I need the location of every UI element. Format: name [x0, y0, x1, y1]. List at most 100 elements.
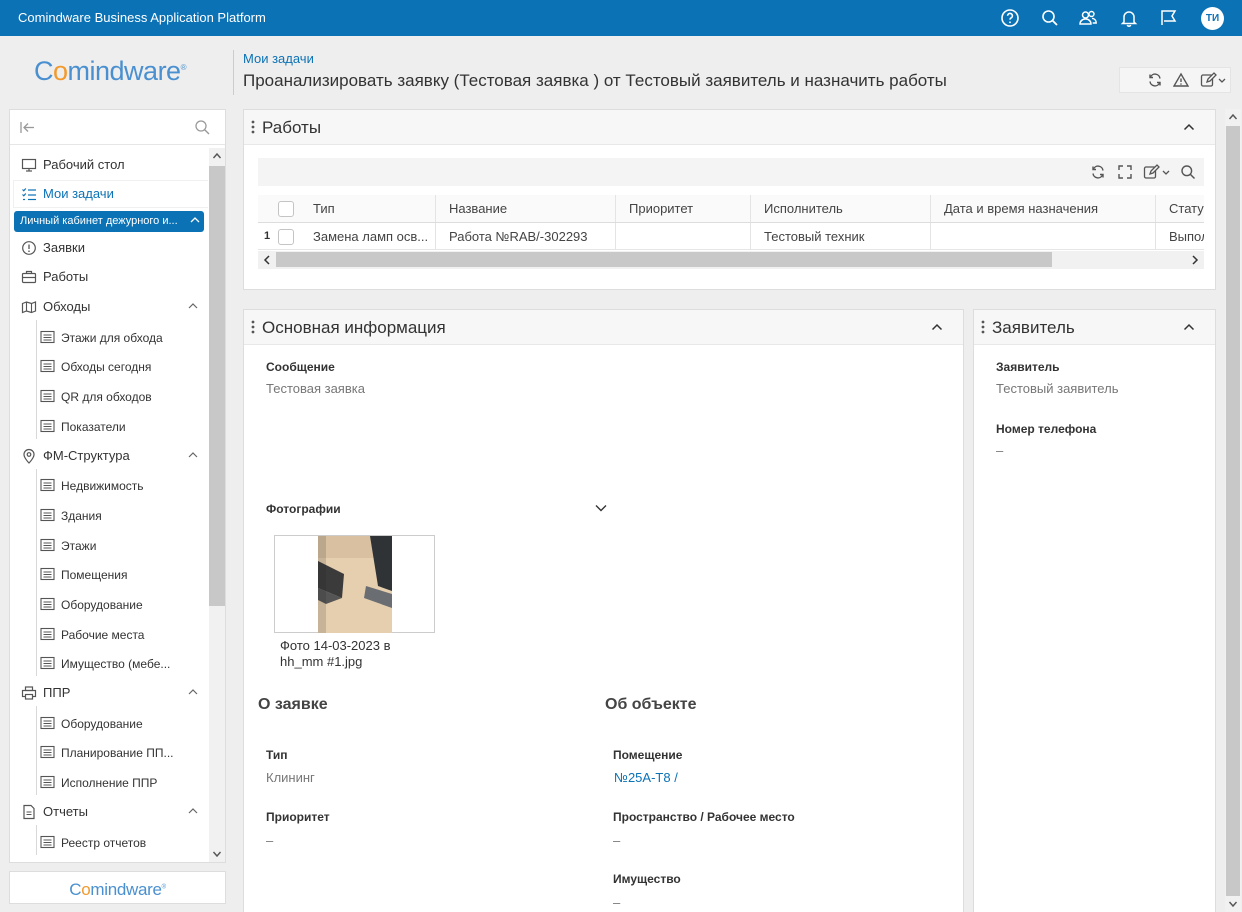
sidebar-item-label: Обходы	[43, 299, 91, 314]
table-row[interactable]: 1 Замена ламп осв... Работа №RAB/-302293…	[258, 223, 1204, 250]
sidebar-item-my-tasks[interactable]: Мои задачи	[14, 181, 208, 207]
select-all-checkbox[interactable]	[278, 201, 294, 217]
chevron-up-icon[interactable]	[186, 448, 200, 462]
drag-handle-icon[interactable]	[251, 120, 255, 134]
header-divider	[233, 50, 234, 95]
help-icon[interactable]	[1000, 8, 1020, 28]
refresh-icon[interactable]	[1090, 164, 1106, 180]
sidebar-item-works[interactable]: Работы	[14, 264, 208, 290]
refresh-icon[interactable]	[1147, 72, 1163, 88]
drag-handle-icon[interactable]	[251, 320, 255, 334]
page-scrollbar[interactable]	[1225, 109, 1241, 912]
sidebar-subitem-workplaces[interactable]: Рабочие места	[32, 621, 208, 647]
scroll-up-icon[interactable]	[212, 151, 222, 161]
chevron-up-icon[interactable]	[930, 320, 944, 334]
briefcase-icon	[21, 269, 37, 285]
works-panel: Работы Тип Название Приоритет Исполнител…	[243, 109, 1216, 290]
chevron-up-icon[interactable]	[1182, 320, 1196, 334]
chevron-up-icon[interactable]	[186, 299, 200, 313]
warning-icon[interactable]	[1173, 72, 1189, 88]
sidebar-item-ppr[interactable]: ППР	[14, 680, 208, 706]
table-cell	[930, 223, 1155, 249]
chevron-down-icon[interactable]	[594, 501, 608, 515]
sidebar-subitem-reports-registry[interactable]: Реестр отчетов	[32, 829, 208, 855]
chevron-up-icon[interactable]	[1182, 120, 1196, 134]
sidebar-search-icon[interactable]	[194, 119, 211, 136]
sidebar-subitem-buildings[interactable]: Здания	[32, 502, 208, 528]
column-header-name[interactable]: Название	[435, 195, 615, 222]
sidebar-subitem-property[interactable]: Имущество (мебе...	[32, 650, 208, 676]
sidebar-subitem-qr-rounds[interactable]: QR для обходов	[32, 383, 208, 409]
sidebar-scrollbar[interactable]	[209, 148, 225, 862]
property-value: –	[613, 895, 621, 910]
grid-search-icon[interactable]	[1180, 164, 1196, 180]
sidebar-item-rounds[interactable]: Обходы	[14, 294, 208, 320]
column-header-assignee[interactable]: Исполнитель	[750, 195, 930, 222]
room-link[interactable]: №25А-Т8 /	[614, 770, 678, 785]
column-header-type[interactable]: Тип	[300, 195, 435, 222]
list-icon	[40, 359, 55, 373]
message-value: Тестовая заявка	[266, 381, 365, 396]
sidebar-subitem-floors[interactable]: Этажи	[32, 532, 208, 558]
sidebar-subitem-indicators[interactable]: Показатели	[32, 413, 208, 439]
applicant-panel-header: Заявитель	[974, 310, 1215, 345]
chevron-up-icon[interactable]	[189, 214, 201, 226]
chevron-up-icon[interactable]	[186, 804, 200, 818]
fullscreen-icon[interactable]	[1117, 164, 1133, 180]
column-header-assigned-date[interactable]: Дата и время назначения	[930, 195, 1155, 222]
collapse-sidebar-icon[interactable]	[19, 119, 36, 136]
sidebar-subitem-equipment[interactable]: Оборудование	[32, 591, 208, 617]
priority-value: –	[266, 833, 274, 848]
scrollbar-thumb[interactable]	[276, 252, 1052, 267]
scroll-left-icon[interactable]	[261, 254, 273, 266]
sidebar-subitem-ppr-execution[interactable]: Исполнение ППР	[32, 769, 208, 795]
users-icon[interactable]	[1078, 8, 1098, 28]
sidebar-item-fm-structure[interactable]: ФМ-Структура	[14, 443, 208, 469]
sidebar-item-requests[interactable]: Заявки	[14, 235, 208, 261]
column-header-status[interactable]: Статус	[1155, 195, 1204, 222]
sidebar-subitem-ppr-equipment[interactable]: Оборудование	[32, 710, 208, 736]
scrollbar-thumb[interactable]	[209, 166, 225, 606]
scrollbar-thumb[interactable]	[1226, 126, 1240, 896]
drag-handle-icon[interactable]	[981, 320, 985, 334]
sidebar-item-label: Мои задачи	[43, 186, 114, 201]
sidebar-item-desktop[interactable]: Рабочий стол	[14, 152, 208, 178]
sidebar-item-reports[interactable]: Отчеты	[14, 799, 208, 825]
avatar[interactable]: ТИ	[1201, 7, 1224, 30]
document-icon	[21, 804, 37, 820]
bell-icon[interactable]	[1119, 8, 1139, 28]
alert-circle-icon	[21, 240, 37, 256]
column-header-priority[interactable]: Приоритет	[615, 195, 750, 222]
scroll-down-icon[interactable]	[212, 849, 222, 859]
message-label: Сообщение	[266, 360, 335, 374]
edit-menu-icon[interactable]	[1143, 164, 1173, 180]
sidebar-subitem-real-estate[interactable]: Недвижимость	[32, 472, 208, 498]
phone-value: –	[996, 443, 1004, 458]
grid-horizontal-scrollbar[interactable]	[258, 251, 1204, 269]
edit-menu-icon[interactable]	[1200, 72, 1228, 88]
flag-icon[interactable]	[1159, 8, 1179, 28]
pin-icon	[21, 448, 37, 464]
scroll-right-icon[interactable]	[1189, 254, 1201, 266]
search-icon[interactable]	[1040, 8, 1060, 28]
list-icon	[40, 419, 55, 433]
sidebar-subitem-floors-for-rounds[interactable]: Этажи для обхода	[32, 324, 208, 350]
photo-caption[interactable]: Фото 14-03-2023 в hh_mm #1.jpg	[280, 638, 430, 670]
property-label: Имущество	[613, 872, 681, 886]
sidebar-subitem-rounds-today[interactable]: Обходы сегодня	[32, 353, 208, 379]
sidebar-item-label: Рабочий стол	[43, 157, 125, 172]
row-checkbox[interactable]	[278, 229, 294, 245]
list-icon	[40, 835, 55, 849]
comindware-logo: Comindware®	[34, 56, 187, 86]
sidebar-item-label: Реестр отчетов	[61, 836, 147, 850]
scroll-up-icon[interactable]	[1228, 112, 1238, 122]
sidebar-toolbar	[10, 110, 225, 145]
scroll-down-icon[interactable]	[1228, 899, 1238, 909]
sidebar-subitem-rooms[interactable]: Помещения	[32, 561, 208, 587]
sidebar-group-duty-cabinet[interactable]: Личный кабинет дежурного и...	[14, 211, 204, 232]
sidebar-subitem-ppr-planning[interactable]: Планирование ПП...	[32, 739, 208, 765]
photo-thumbnail[interactable]	[274, 535, 435, 633]
sidebar-item-label: ФМ-Структура	[43, 448, 130, 463]
breadcrumb[interactable]: Мои задачи	[243, 51, 314, 66]
chevron-up-icon[interactable]	[186, 685, 200, 699]
